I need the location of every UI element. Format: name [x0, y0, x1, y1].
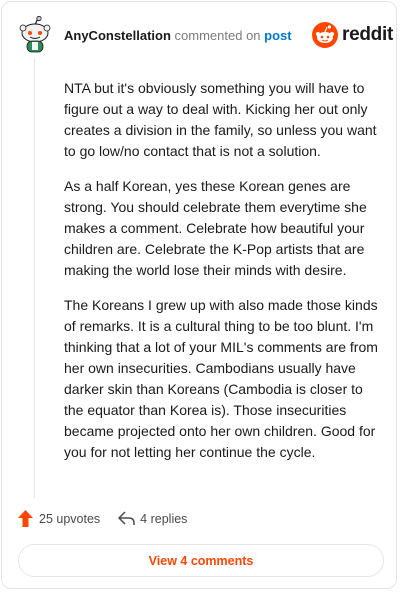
comment-header: AnyConstellation commented on post [64, 28, 292, 43]
comment-paragraph: As a half Korean, yes these Korean genes… [64, 178, 367, 278]
comment-paragraph: NTA but it's obviously something you wil… [64, 80, 377, 159]
reddit-wordmark: reddit [342, 24, 393, 45]
reddit-logo[interactable]: reddit [312, 22, 393, 48]
comment-actions: 25 upvotes 4 replies [18, 510, 187, 527]
reddit-logo-icon [312, 22, 338, 48]
user-avatar[interactable] [18, 15, 52, 54]
view-comments-button[interactable]: View 4 comments [18, 544, 384, 577]
username-link[interactable]: AnyConstellation [64, 28, 171, 43]
reply-button[interactable]: 4 replies [118, 511, 187, 526]
reply-arrow-icon [118, 511, 135, 525]
upvote-arrow-icon [18, 510, 33, 527]
upvote-count: 25 upvotes [39, 511, 101, 526]
comment-card: AnyConstellation commented on post reddi… [1, 1, 397, 589]
comment-paragraph: The Koreans I grew up with also made tho… [64, 297, 378, 460]
reply-count: 4 replies [140, 511, 188, 526]
post-link[interactable]: post [264, 28, 291, 43]
action-text: commented on [174, 28, 261, 43]
snoo-avatar-icon [19, 15, 51, 53]
comment-body: NTA but it's obviously something you wil… [64, 78, 379, 477]
upvote-button[interactable]: 25 upvotes [18, 510, 100, 527]
thread-line[interactable] [34, 58, 35, 498]
